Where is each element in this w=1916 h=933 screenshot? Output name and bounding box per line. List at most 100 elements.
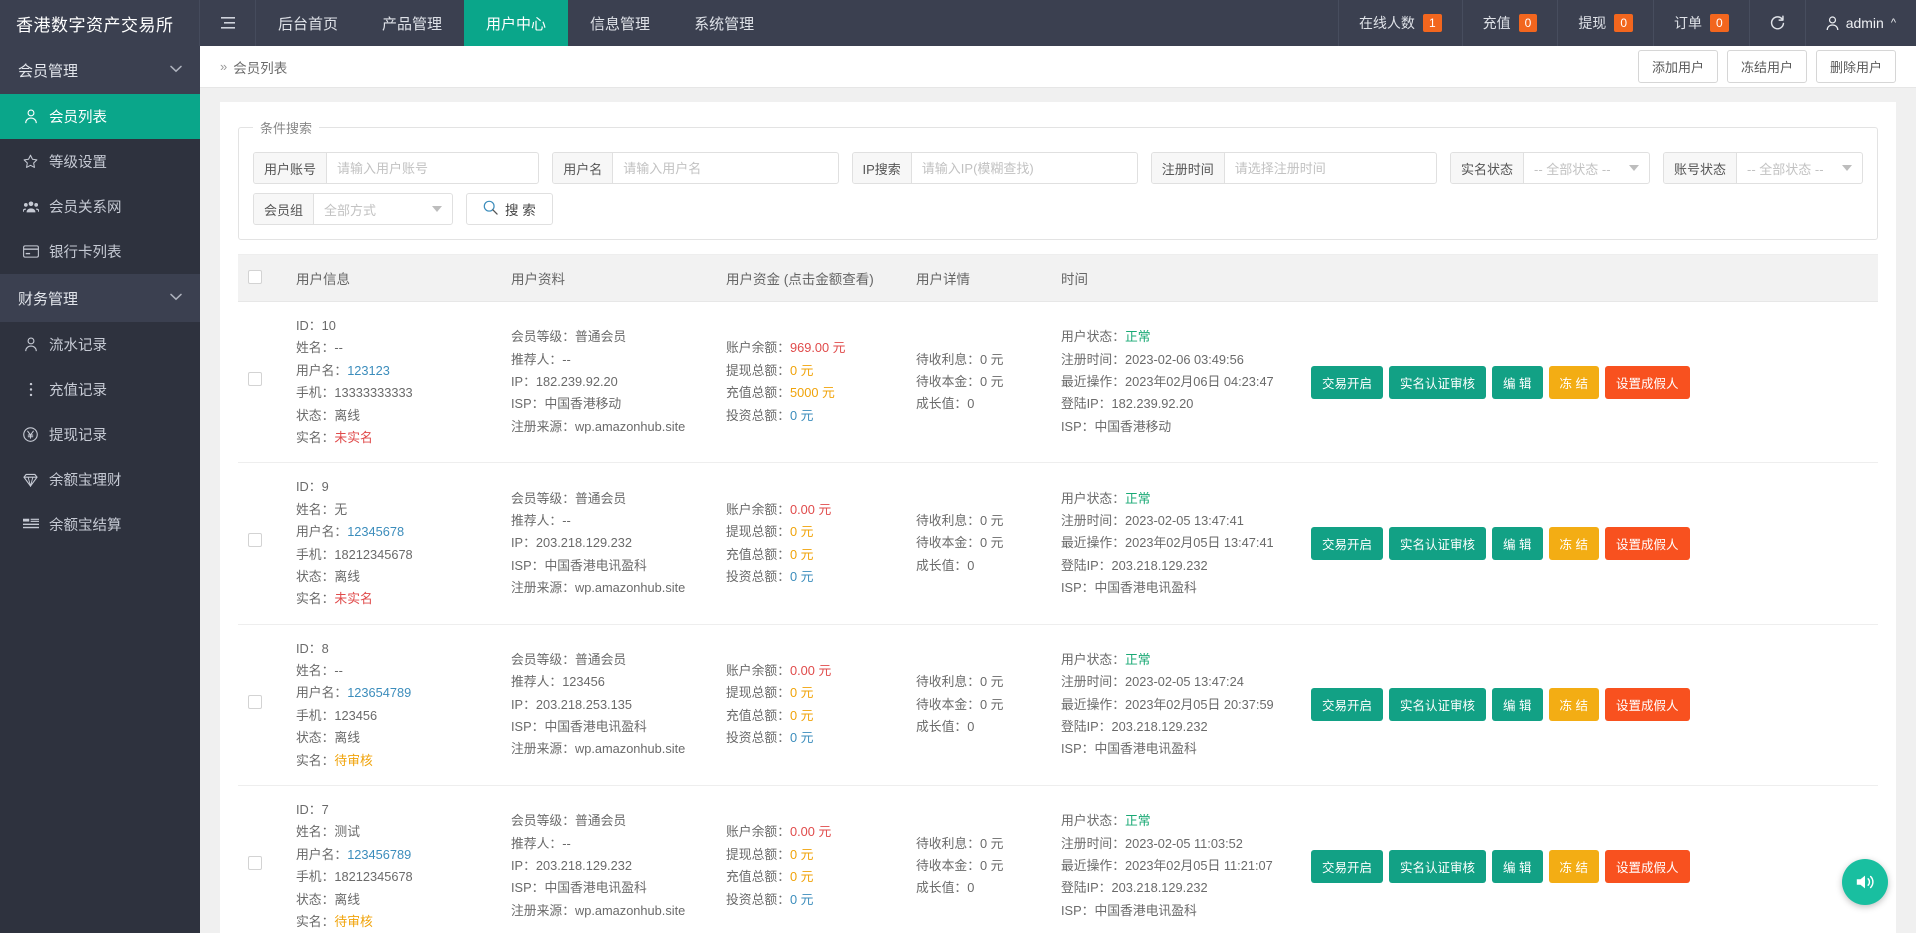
user-username-value[interactable]: 123123	[347, 363, 390, 378]
user-state-value: 正常	[1124, 651, 1151, 667]
row-action-button-0[interactable]: 交易开启	[1311, 688, 1384, 722]
search-input-0[interactable]	[327, 153, 539, 183]
nav-item-2[interactable]: 用户中心	[464, 0, 569, 46]
row-action-button-3[interactable]: 冻 结	[1548, 527, 1599, 561]
page-action-0[interactable]: 添加用户	[1637, 50, 1718, 83]
search-input-1[interactable]	[613, 153, 838, 183]
user-phone-label: 手机：	[296, 385, 335, 401]
fund-invest-total-value[interactable]: 0 元	[790, 408, 813, 423]
search-select-group[interactable]: 全部方式	[314, 194, 452, 224]
row-action-button-0[interactable]: 交易开启	[1311, 527, 1384, 561]
user-time-cell: 用户状态：正常 注册时间：2023-02-06 03:49:56 最近操作：2023…	[1051, 301, 1301, 464]
row-action-button-2[interactable]: 编 辑	[1492, 688, 1543, 722]
user-username-value[interactable]: 12345678	[347, 524, 404, 539]
detail-growth-label: 成长值：	[916, 719, 968, 735]
select-all-checkbox[interactable]	[248, 269, 262, 284]
row-action-button-1[interactable]: 实名认证审核	[1389, 365, 1487, 399]
row-action-button-2[interactable]: 编 辑	[1492, 527, 1543, 561]
sidebar-item-1-4[interactable]: 余额宝结算	[0, 502, 200, 547]
card-icon	[22, 245, 39, 258]
search-select-5[interactable]: -- 全部状态 --	[1737, 153, 1862, 183]
search-input-2[interactable]	[911, 153, 1137, 183]
user-phone-value: 123456	[334, 707, 378, 723]
user-source-value: wp.amazonhub.site	[574, 418, 686, 434]
user-username-value[interactable]: 123456789	[347, 847, 411, 862]
row-action-button-2[interactable]: 编 辑	[1492, 365, 1543, 399]
user-source: 注册来源：wp.amazonhub.site	[511, 738, 706, 760]
search-submit-button[interactable]: 搜 索	[466, 193, 553, 225]
stat-2[interactable]: 提现 0	[1557, 0, 1653, 46]
user-realname-status: 实名：未实名	[296, 427, 491, 449]
user-realname-label: 姓名：	[296, 663, 335, 679]
refresh-glyph	[1770, 15, 1784, 29]
row-checkbox[interactable]	[248, 533, 262, 548]
sidebar-item-0-1[interactable]: 等级设置	[0, 139, 200, 184]
row-action-button-3[interactable]: 冻 结	[1548, 688, 1599, 722]
row-action-button-0[interactable]: 交易开启	[1311, 365, 1384, 399]
row-checkbox[interactable]	[248, 856, 262, 870]
detail-growth: 成长值：0	[916, 393, 1041, 415]
menu-toggle-icon[interactable]	[200, 0, 256, 46]
sidebar-item-0-2[interactable]: 会员关系网	[0, 184, 200, 229]
page-actions: 添加用户 冻结用户 删除用户	[1637, 50, 1896, 83]
login-isp: ISP：中国香港电讯盈科	[1061, 738, 1291, 760]
detail-principal-label: 待收本金：	[916, 696, 980, 712]
user-source: 注册来源：wp.amazonhub.site	[511, 416, 706, 438]
sidebar-item-1-2[interactable]: 提现记录	[0, 412, 200, 457]
row-action-button-3[interactable]: 冻 结	[1548, 849, 1599, 883]
refresh-icon[interactable]	[1748, 0, 1805, 46]
row-action-button-4[interactable]: 设置成假人	[1605, 688, 1690, 722]
row-actions-cell: 交易开启 实名认证审核编 辑冻 结设置成假人	[1301, 785, 1878, 933]
nav-item-4[interactable]: 系统管理	[672, 0, 776, 46]
row-action-button-1[interactable]: 实名认证审核	[1389, 849, 1487, 883]
table-row: ID：7 姓名：测试 用户名：123456789 手机：18212345678 状态：离…	[238, 785, 1878, 933]
user-username-value[interactable]: 123654789	[347, 685, 411, 700]
fund-balance-label: 账户余额：	[726, 824, 790, 840]
row-action-button-0[interactable]: 交易开启	[1311, 849, 1384, 883]
row-action-button-4[interactable]: 设置成假人	[1605, 365, 1690, 399]
row-action-button-1[interactable]: 实名认证审核	[1389, 527, 1487, 561]
sidebar-item-0-0[interactable]: 会员列表	[0, 94, 200, 139]
user-realname-status: 实名：未实名	[296, 588, 491, 610]
user-realname-status-value: 未实名	[334, 429, 373, 445]
sidebar-group-0[interactable]: 会员管理	[0, 46, 200, 94]
user-level-value: 普通会员	[574, 329, 627, 345]
fund-balance: 账户余额：0.00 元	[726, 821, 896, 843]
sidebar-item-0-3[interactable]: 银行卡列表	[0, 229, 200, 274]
nav-item-1[interactable]: 产品管理	[360, 0, 464, 46]
user-isp: ISP：中国香港电讯盈科	[511, 555, 706, 577]
fund-invest-total-value[interactable]: 0 元	[790, 730, 813, 745]
sidebar-item-1-1[interactable]: 充值记录	[0, 367, 200, 412]
user-phone: 手机：18212345678	[296, 866, 491, 888]
search-input-3[interactable]	[1224, 153, 1436, 183]
members-table-wrap: 用户信息 用户资料 用户资金 (点击金额查看) 用户详情 时间 ID：10 姓名：-- 用户…	[238, 254, 1878, 933]
fund-invest-total-value[interactable]: 0 元	[790, 569, 813, 584]
row-action-button-3[interactable]: 冻 结	[1548, 365, 1599, 399]
user-menu[interactable]: admin ^	[1804, 0, 1916, 46]
user-realname-status: 实名：待审核	[296, 911, 491, 933]
page-action-2[interactable]: 删除用户	[1815, 50, 1896, 83]
user-online-status-value: 离线	[334, 730, 360, 746]
fund-invest-total-value[interactable]: 0 元	[790, 892, 813, 907]
last-operation-time-value: 2023年02月05日 20:37:59	[1124, 696, 1274, 712]
sidebar-item-1-3[interactable]: 余额宝理财	[0, 457, 200, 502]
sound-fab-button[interactable]	[1842, 859, 1888, 905]
page-action-1[interactable]: 冻结用户	[1726, 50, 1807, 83]
row-action-button-2[interactable]: 编 辑	[1492, 849, 1543, 883]
row-checkbox[interactable]	[248, 694, 262, 709]
user-username: 用户名：123123	[296, 360, 491, 382]
stat-3[interactable]: 订单 0	[1653, 0, 1749, 46]
sidebar-group-1[interactable]: 财务管理	[0, 274, 200, 322]
stat-label: 提现	[1578, 15, 1607, 31]
row-action-button-4[interactable]: 设置成假人	[1605, 527, 1690, 561]
nav-item-3[interactable]: 信息管理	[568, 0, 672, 46]
nav-item-0[interactable]: 后台首页	[256, 0, 360, 46]
search-select-4[interactable]: -- 全部状态 --	[1524, 153, 1649, 183]
row-action-button-4[interactable]: 设置成假人	[1605, 849, 1690, 883]
row-action-button-1[interactable]: 实名认证审核	[1389, 688, 1487, 722]
row-checkbox[interactable]	[248, 371, 262, 386]
table-header-0: 用户信息	[286, 255, 501, 302]
stat-0[interactable]: 在线人数 1	[1337, 0, 1462, 46]
sidebar-item-1-0[interactable]: 流水记录	[0, 322, 200, 367]
stat-1[interactable]: 充值 0	[1461, 0, 1558, 46]
